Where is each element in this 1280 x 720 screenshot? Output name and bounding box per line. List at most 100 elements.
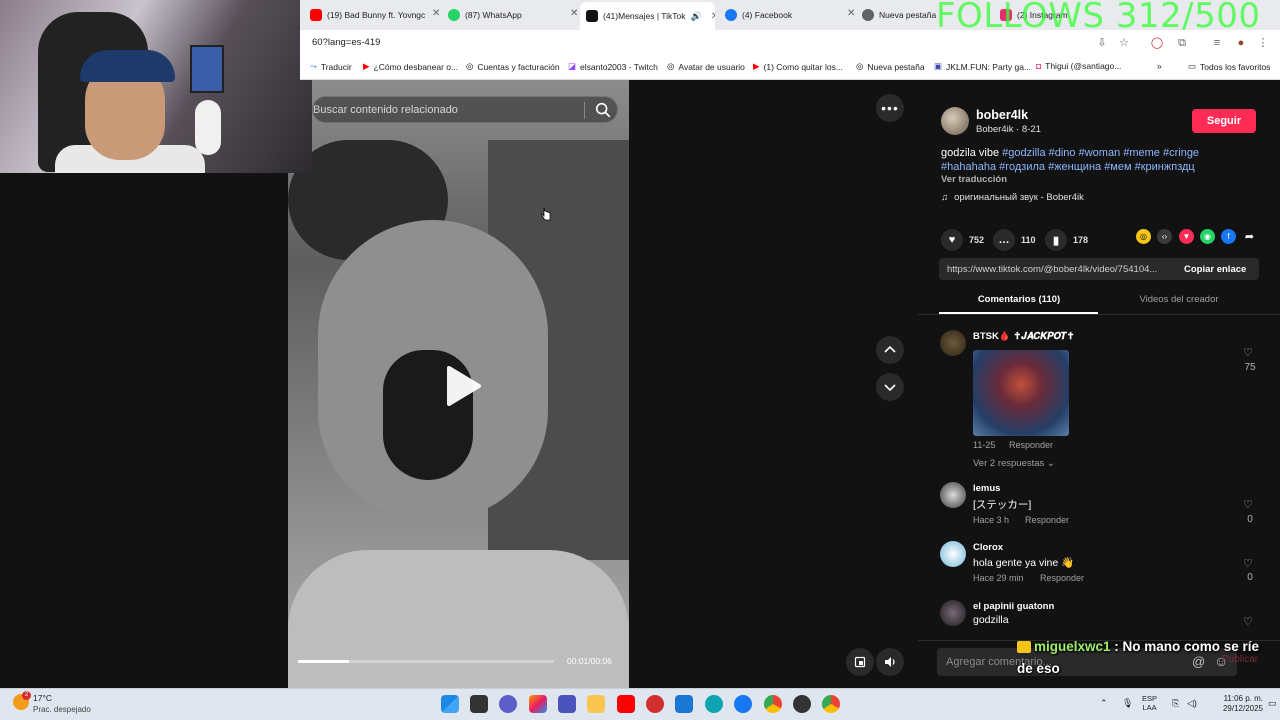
weather-desc[interactable]: Prac. despejado [33, 705, 91, 714]
comment-stat[interactable]: … 110 [993, 229, 1036, 251]
file-explorer-icon[interactable] [587, 695, 605, 713]
play-icon[interactable] [441, 364, 485, 408]
bookmark-item[interactable]: ◎ Avatar de usuario [667, 61, 745, 72]
all-bookmarks[interactable]: ▭ Todos los favoritos [1188, 61, 1270, 72]
next-video-button[interactable] [876, 373, 904, 401]
bookmark-item[interactable]: ◎ Cuentas y facturación [466, 61, 560, 72]
comment-avatar[interactable] [940, 600, 966, 626]
profile-icon[interactable]: ● [1234, 36, 1248, 50]
embed-icon[interactable]: ‹› [1157, 229, 1172, 244]
tab-creator-videos[interactable]: Videos del creador [1099, 294, 1259, 305]
input-language[interactable]: ESP LAA [1142, 694, 1157, 712]
media-icon[interactable]: ≡ [1210, 36, 1224, 50]
weather-temp[interactable]: 17°C [33, 693, 52, 703]
teams-icon[interactable] [558, 695, 576, 713]
speaker-icon[interactable]: ◁) [1187, 698, 1197, 709]
like-stat[interactable]: ♥ 752 [941, 229, 984, 251]
chrome-app-icon[interactable] [764, 695, 782, 713]
close-icon[interactable]: ✕ [847, 8, 855, 19]
bookmark-item[interactable]: ▶ (1) Como quitar los... [753, 61, 843, 72]
video-progress-bar[interactable] [298, 660, 554, 663]
sound-link[interactable]: ♫ оригинальный звук - Bober4ik [941, 192, 1084, 203]
comment-heart-icon[interactable]: ♡ [1243, 498, 1253, 511]
close-icon[interactable]: ✕ [432, 8, 440, 19]
chrome-profile-icon[interactable] [822, 695, 840, 713]
extensions-icon[interactable]: ⧉ [1175, 36, 1189, 50]
whatsapp-icon[interactable]: ◉ [1200, 229, 1215, 244]
tray-chevron-icon[interactable]: ⌃ [1100, 698, 1108, 709]
comment-author[interactable]: Clorox [973, 542, 1003, 553]
browser-tab[interactable]: (4) Facebook [725, 4, 845, 26]
comment-heart-icon[interactable]: ♡ [1243, 346, 1253, 359]
translate-link[interactable]: Ver traducción [941, 174, 1007, 185]
share-arrow-icon[interactable]: ➦ [1242, 229, 1257, 244]
send-icon[interactable]: ▼ [1179, 229, 1194, 244]
microphone-icon[interactable]: 🎙 [1122, 698, 1133, 709]
teams-chat-icon[interactable] [499, 695, 517, 713]
facebook-app-icon[interactable] [734, 695, 752, 713]
reply-button[interactable]: Responder [1040, 573, 1084, 583]
heart-icon: ♥ [941, 229, 963, 251]
comment-heart-icon[interactable]: ♡ [1243, 615, 1253, 628]
opera-extension-icon[interactable]: ◯ [1150, 36, 1164, 50]
reply-button[interactable]: Responder [1009, 440, 1053, 450]
star-icon[interactable]: ☆ [1117, 36, 1131, 50]
follow-button[interactable]: Seguir [1192, 109, 1256, 133]
view-replies-button[interactable]: Ver 2 respuestas ⌄ [973, 458, 1055, 469]
comment-avatar[interactable] [940, 330, 966, 356]
install-icon[interactable]: ⇩ [1095, 36, 1109, 50]
menu-icon[interactable]: ⋮ [1256, 36, 1270, 50]
bookmark-item[interactable]: ▶ ¿Cómo desbanear o... [363, 61, 458, 72]
youtube-app-icon[interactable] [617, 695, 635, 713]
start-icon[interactable] [441, 695, 459, 713]
network-icon[interactable]: ⎘ [1172, 698, 1179, 709]
bookmark-item[interactable]: ▣ JKLM.FUN: Party ga... [934, 61, 1031, 72]
edge-icon[interactable] [705, 695, 723, 713]
video-link[interactable]: https://www.tiktok.com/@bober4lk/video/7… [947, 264, 1169, 275]
volume-icon [885, 657, 895, 667]
comment-heart-icon[interactable]: ♡ [1243, 557, 1253, 570]
tray-clock[interactable]: 11:06 p. m. 29/12/2025 [1209, 694, 1263, 714]
miniplayer-button[interactable] [846, 648, 874, 676]
comment-avatar[interactable] [940, 482, 966, 508]
creator-avatar[interactable] [941, 107, 969, 135]
bookmark-item[interactable]: ◎ Nueva pestaña [856, 61, 925, 72]
bookmark-label: ¿Cómo desbanear o... [373, 61, 459, 72]
search-icon[interactable] [594, 101, 612, 119]
notifications-icon[interactable]: ▭ [1268, 698, 1277, 709]
close-icon[interactable]: ✕ [711, 11, 715, 22]
comment-author[interactable]: el papinii guatonn [973, 601, 1054, 612]
task-view-icon[interactable] [470, 695, 488, 713]
miniplayer-icon [854, 656, 866, 668]
volume-button[interactable] [876, 648, 904, 676]
bookmark-item[interactable]: ◘ Thigui (@santiago... [1036, 61, 1121, 71]
browser-tab-active[interactable]: (41)Mensajes | TikTok 🔊 ✕ [580, 2, 715, 30]
copilot-icon[interactable] [529, 695, 547, 713]
more-bookmarks-icon[interactable]: » [1157, 61, 1162, 71]
related-search-box[interactable]: Buscar contenido relacionado [312, 96, 618, 123]
copy-link-button[interactable]: Copiar enlace [1184, 264, 1246, 275]
save-stat[interactable]: ▮ 178 [1045, 229, 1088, 251]
coin-share-icon[interactable]: ◎ [1136, 229, 1151, 244]
store-icon[interactable] [675, 695, 693, 713]
facebook-icon[interactable]: f [1221, 229, 1236, 244]
creator-username[interactable]: bober4lk [976, 108, 1028, 122]
browser-tab[interactable]: (19) Bad Bunny ft. Yovngc [310, 4, 438, 26]
opera-icon[interactable] [646, 695, 664, 713]
search-input[interactable]: Buscar contenido relacionado [313, 104, 458, 116]
browser-tab[interactable]: (87) WhatsApp [448, 4, 568, 26]
comment-author[interactable]: BTSK🩸 ✝𝑱𝑨𝑪𝑲𝑷𝑶𝑻✝ [973, 331, 1075, 342]
reply-button[interactable]: Responder [1025, 515, 1069, 525]
comment-avatar[interactable] [940, 541, 966, 567]
comment-author[interactable]: lemus [973, 483, 1000, 494]
close-icon[interactable]: ✕ [570, 8, 578, 19]
comment-sticker-image[interactable] [973, 350, 1069, 436]
bookmark-item[interactable]: ⤳ Traducir [310, 61, 352, 72]
bookmark-item[interactable]: ◪ elsanto2003 - Twitch [568, 61, 658, 72]
url-text[interactable]: 60?lang=es-419 [312, 37, 380, 48]
more-options-button[interactable]: ••• [876, 94, 904, 122]
chrome-icon [862, 9, 874, 21]
obs-icon[interactable] [793, 695, 811, 713]
previous-video-button[interactable] [876, 336, 904, 364]
tab-comments[interactable]: Comentarios (110) [939, 294, 1099, 305]
